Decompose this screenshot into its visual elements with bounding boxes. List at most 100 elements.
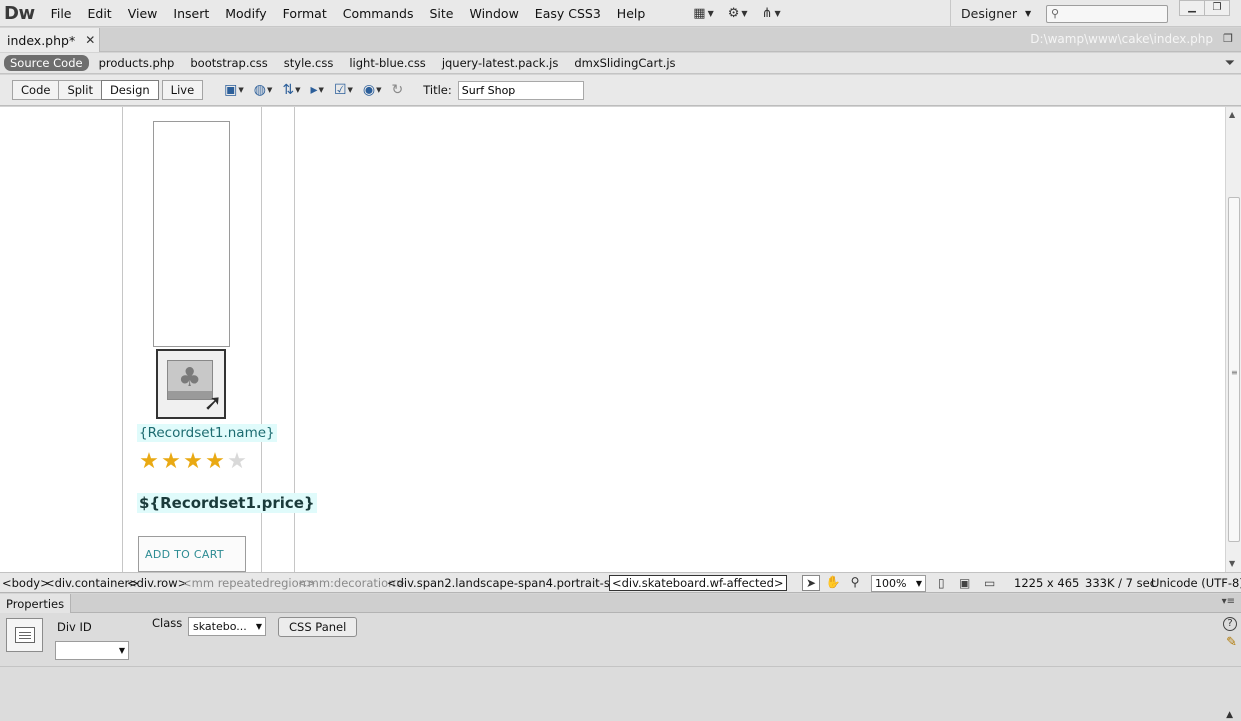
visual-aids-icon[interactable]: ◉ ▼ [363, 82, 382, 98]
chevron-down-icon: ▼ [915, 579, 922, 588]
star-empty-icon[interactable]: ★ [226, 451, 248, 473]
chevron-down-icon: ▼ [118, 646, 125, 655]
refresh-icon[interactable]: ↻ [392, 82, 404, 98]
related-file-style[interactable]: style.css [276, 56, 342, 70]
check-browser-icon[interactable]: ☑ ▼ [334, 82, 353, 98]
select-tool-icon[interactable]: ➤ [802, 575, 820, 591]
restore-button[interactable]: ❐ [1204, 0, 1230, 16]
menu-format[interactable]: Format [275, 6, 335, 21]
related-file-bootstrap[interactable]: bootstrap.css [182, 56, 275, 70]
menu-help[interactable]: Help [609, 6, 654, 21]
menu-insert[interactable]: Insert [165, 6, 217, 21]
preview-browser-icon[interactable]: ◍ ▼ [254, 82, 273, 98]
panel-menu-icon[interactable]: ▾≡ [1222, 596, 1235, 607]
scrollbar-thumb[interactable]: ≡ [1228, 197, 1240, 542]
image-placeholder[interactable] [153, 121, 230, 347]
chevron-down-icon: ▼ [255, 622, 262, 631]
related-file-jquery[interactable]: jquery-latest.pack.js [434, 56, 567, 70]
workspace-label: Designer [961, 6, 1017, 21]
menu-file[interactable]: File [43, 6, 80, 21]
status-bar: <body> <div.container> <div.row> <mm rep… [0, 572, 1241, 593]
star-filled-icon[interactable]: ★ [182, 451, 204, 473]
menu-edit[interactable]: Edit [80, 6, 120, 21]
hand-tool-icon[interactable]: ✋ [824, 575, 842, 591]
site-manager-icon[interactable]: ⋔ ▼ [762, 6, 781, 21]
design-view-button[interactable]: Design [100, 80, 159, 100]
help-icon[interactable]: ? [1223, 617, 1237, 631]
related-file-sliding-cart[interactable]: dmxSlidingCart.js [566, 56, 683, 70]
tag-selector-repeatedregion[interactable]: <mm repeatedregion> [182, 576, 316, 590]
quick-tag-editor-icon[interactable]: ✎ [1226, 635, 1237, 650]
scroll-down-icon[interactable]: ▼ [1229, 559, 1235, 568]
related-file-light-blue[interactable]: light-blue.css [341, 56, 433, 70]
design-view-canvas[interactable]: ♣ ➚ {Recordset1.name} ★ ★ ★ ★ ★ ${Recordset1… [0, 107, 1225, 572]
app-logo: Dw [4, 2, 35, 24]
star-filled-icon[interactable]: ★ [204, 451, 226, 473]
tag-selector-container[interactable]: <div.container> [45, 576, 139, 590]
layout-icon[interactable]: ▦ ▼ [693, 6, 713, 21]
properties-panel: Div ID ▼ Class skatebo... ▼ CSS Panel ? … [0, 613, 1241, 721]
related-files-bar: Source Code products.php bootstrap.css s… [0, 53, 1241, 74]
properties-divider [0, 666, 1241, 667]
document-path: D:\wamp\www\cake\index.php [1030, 32, 1213, 46]
layout-guide-line [122, 107, 123, 572]
recordset-price-binding[interactable]: ${Recordset1.price} [137, 493, 317, 513]
div-element-icon [6, 618, 43, 652]
gear-icon[interactable]: ⚙ ▼ [728, 6, 748, 21]
split-view-button[interactable]: Split [58, 80, 102, 100]
menu-commands[interactable]: Commands [335, 6, 422, 21]
broken-image-icon[interactable]: ♣ ➚ [155, 348, 228, 421]
related-file-source-code[interactable]: Source Code [4, 55, 89, 71]
zoom-select[interactable]: 100% ▼ [871, 575, 926, 592]
tab-index-php[interactable]: index.php* ✕ [0, 28, 101, 52]
tablet-size-icon[interactable]: ▣ [959, 576, 970, 590]
tag-selector-body[interactable]: <body> [2, 576, 50, 590]
class-value: skatebo... [193, 620, 247, 633]
phone-size-icon[interactable]: ▯ [938, 576, 945, 590]
search-input[interactable]: ⚲ [1046, 5, 1168, 23]
menu-window[interactable]: Window [462, 6, 527, 21]
add-to-cart-label: ADD TO CART [145, 547, 224, 561]
tag-selector-skateboard[interactable]: <div.skateboard.wf-affected> [609, 575, 787, 591]
title-label: Title: [423, 83, 452, 97]
add-to-cart-button[interactable]: ADD TO CART [138, 536, 246, 572]
live-view-button[interactable]: Live [161, 80, 204, 100]
menu-view[interactable]: View [120, 6, 166, 21]
class-select[interactable]: skatebo... ▼ [188, 617, 266, 636]
tag-selector-row[interactable]: <div.row> [127, 576, 187, 590]
file-management-icon[interactable]: ⇅ ▼ [282, 82, 300, 98]
tree-icon: ♣ [178, 363, 202, 393]
recordset-name-binding[interactable]: {Recordset1.name} [137, 424, 277, 442]
div-id-select[interactable]: ▼ [55, 641, 129, 660]
css-panel-button[interactable]: CSS Panel [278, 617, 358, 637]
class-label: Class [152, 616, 183, 630]
chevron-down-icon: ▼ [1025, 9, 1032, 18]
scroll-up-icon[interactable]: ▲ [1229, 110, 1235, 119]
document-toolbar: Code Split Design Live ▣ ▼ ◍ ▼ ⇅ ▼ ▸ ▼ ☑ ▼ ◉ ▼… [0, 75, 1241, 106]
star-filled-icon[interactable]: ★ [138, 451, 160, 473]
code-view-button[interactable]: Code [12, 80, 60, 100]
multiscreen-icon[interactable]: ▣ ▼ [224, 82, 244, 98]
star-rating[interactable]: ★ ★ ★ ★ ★ [138, 451, 248, 473]
menu-easy-css3[interactable]: Easy CSS3 [527, 6, 609, 21]
related-file-products[interactable]: products.php [91, 56, 183, 70]
menu-modify[interactable]: Modify [217, 6, 274, 21]
vertical-scrollbar[interactable]: ▲ ≡ ▼ [1225, 107, 1241, 572]
window-size[interactable]: 1225 x 465 [1014, 576, 1079, 590]
filter-icon[interactable]: ⏷ [1225, 56, 1235, 71]
zoom-tool-icon[interactable]: ⚲ [846, 575, 864, 591]
desktop-size-icon[interactable]: ▭ [984, 576, 995, 590]
menu-site[interactable]: Site [422, 6, 462, 21]
search-icon: ⚲ [1051, 7, 1060, 20]
star-filled-icon[interactable]: ★ [160, 451, 182, 473]
title-input[interactable] [457, 80, 584, 100]
tab-properties[interactable]: Properties [0, 594, 72, 613]
w3c-validation-icon[interactable]: ▸ ▼ [311, 82, 324, 98]
restore-document-icon[interactable]: ❐ [1223, 32, 1233, 45]
download-size: 333K / 7 sec [1085, 576, 1157, 590]
collapse-icon[interactable]: ▲ [1226, 710, 1233, 720]
close-icon[interactable]: ✕ [85, 33, 95, 47]
zoom-value: 100% [875, 577, 907, 590]
minimize-button[interactable]: ▁ [1179, 0, 1205, 16]
workspace-switcher[interactable]: Designer ▼ [950, 0, 1031, 27]
